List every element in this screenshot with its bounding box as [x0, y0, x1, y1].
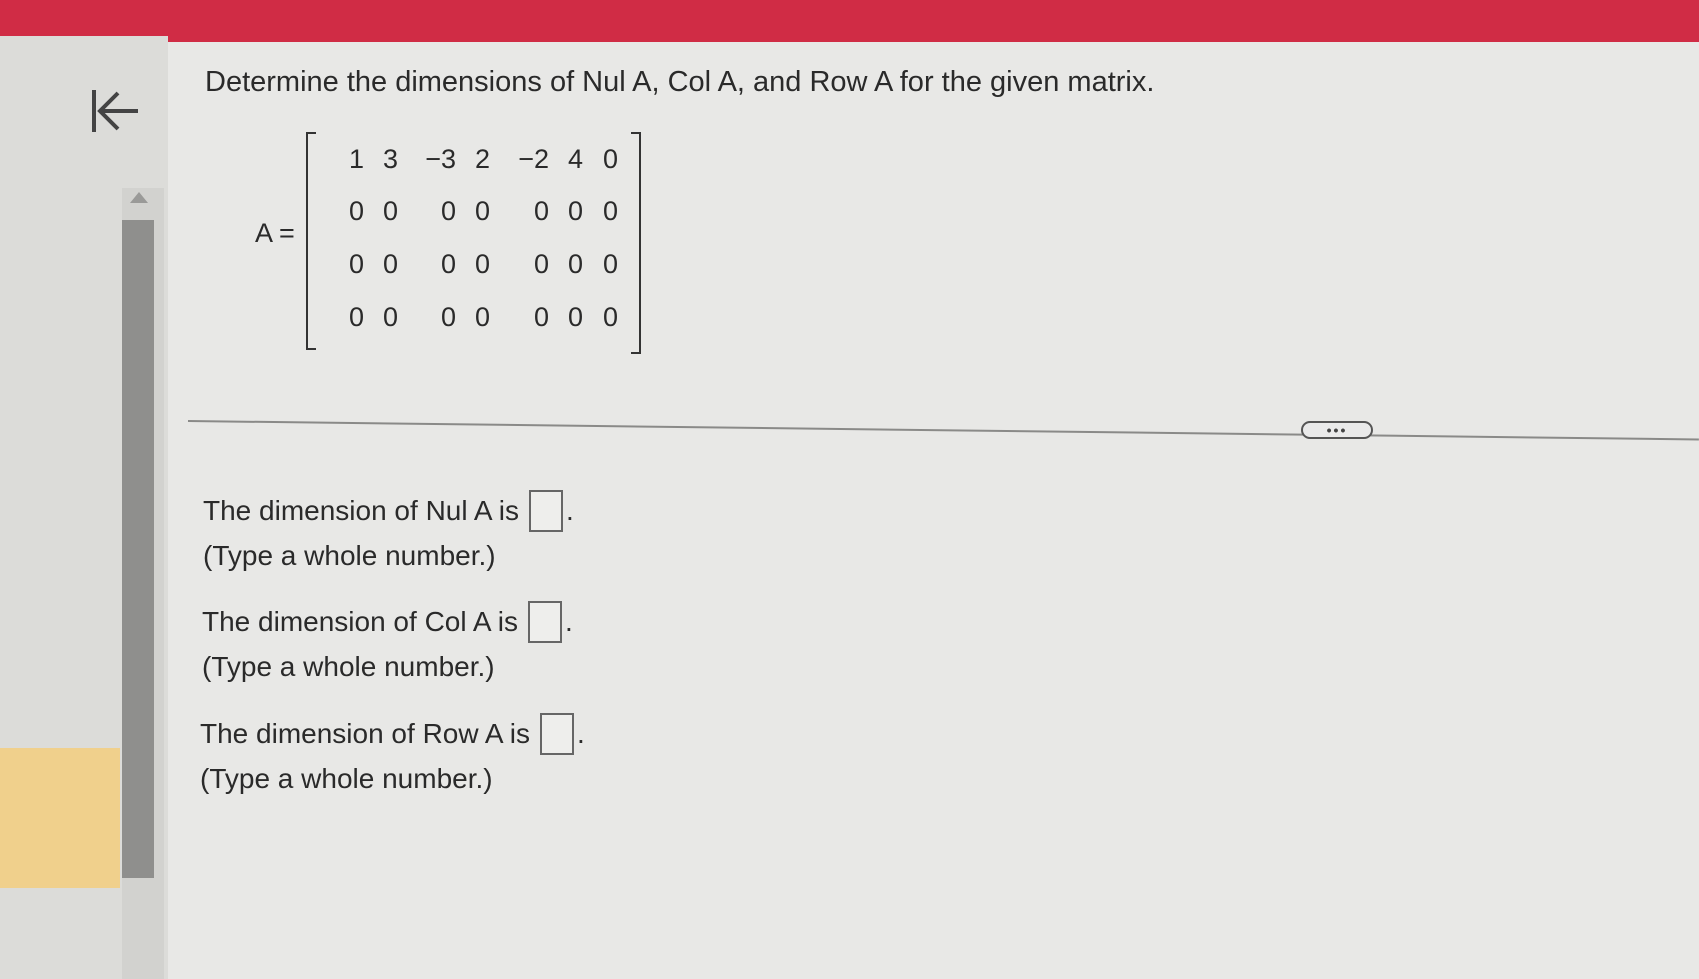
- scroll-up-arrow-icon[interactable]: [130, 192, 148, 203]
- answer-row-a: The dimension of Row A is . (Type a whol…: [200, 713, 585, 795]
- answer-hint: (Type a whole number.): [203, 540, 496, 571]
- answer-nul-a: The dimension of Nul A is . (Type a whol…: [203, 490, 574, 572]
- answer-prompt: The dimension of Nul A is: [203, 495, 519, 526]
- matrix-row: 0000000: [306, 249, 641, 289]
- matrix-cell: 0: [474, 249, 490, 279]
- question-text: Determine the dimensions of Nul A, Col A…: [205, 66, 1155, 98]
- collapse-left-icon[interactable]: [88, 82, 148, 142]
- more-options-button[interactable]: •••: [1301, 421, 1373, 439]
- matrix-cell: 3: [382, 144, 398, 174]
- matrix-cell: 2: [474, 144, 490, 174]
- matrix-cell: 0: [602, 302, 618, 332]
- answer-input-col-a[interactable]: [527, 601, 562, 643]
- answer-hint: (Type a whole number.): [200, 763, 493, 794]
- matrix-label: A =: [255, 218, 295, 248]
- matrix-row: 0000000: [306, 196, 641, 236]
- answer-input-nul-a[interactable]: [528, 490, 563, 532]
- matrix-cell: 0: [382, 302, 398, 332]
- answer-input-row-a[interactable]: [539, 713, 574, 755]
- answer-suffix: .: [564, 606, 573, 637]
- answer-col-a: The dimension of Col A is . (Type a whol…: [202, 601, 573, 683]
- answer-hint: (Type a whole number.): [202, 651, 495, 682]
- matrix-row: 1 3 −3 2 −2 4 0: [306, 144, 641, 184]
- answer-suffix: .: [565, 495, 574, 526]
- answer-prompt: The dimension of Col A is: [202, 606, 518, 637]
- matrix-row: 0000000: [306, 302, 641, 342]
- scrollbar-thumb[interactable]: [122, 220, 154, 878]
- matrix-a: 1 3 −3 2 −2 4 0 0 0 0 0 0 0 0 0 0 0 0 0 0 0 0 0 0 0 0 0 0: [306, 132, 641, 354]
- matrix-cell: 0: [602, 196, 618, 226]
- answer-suffix: .: [576, 718, 585, 749]
- matrix-cell: 0: [474, 196, 490, 226]
- matrix-cell: 0: [382, 249, 398, 279]
- matrix-cell: 0: [382, 196, 398, 226]
- matrix-cell: 0: [602, 144, 618, 174]
- side-panel-highlight: [0, 748, 120, 888]
- answer-prompt: The dimension of Row A is: [200, 718, 530, 749]
- matrix-cell: 0: [474, 302, 490, 332]
- matrix-cell: 0: [602, 249, 618, 279]
